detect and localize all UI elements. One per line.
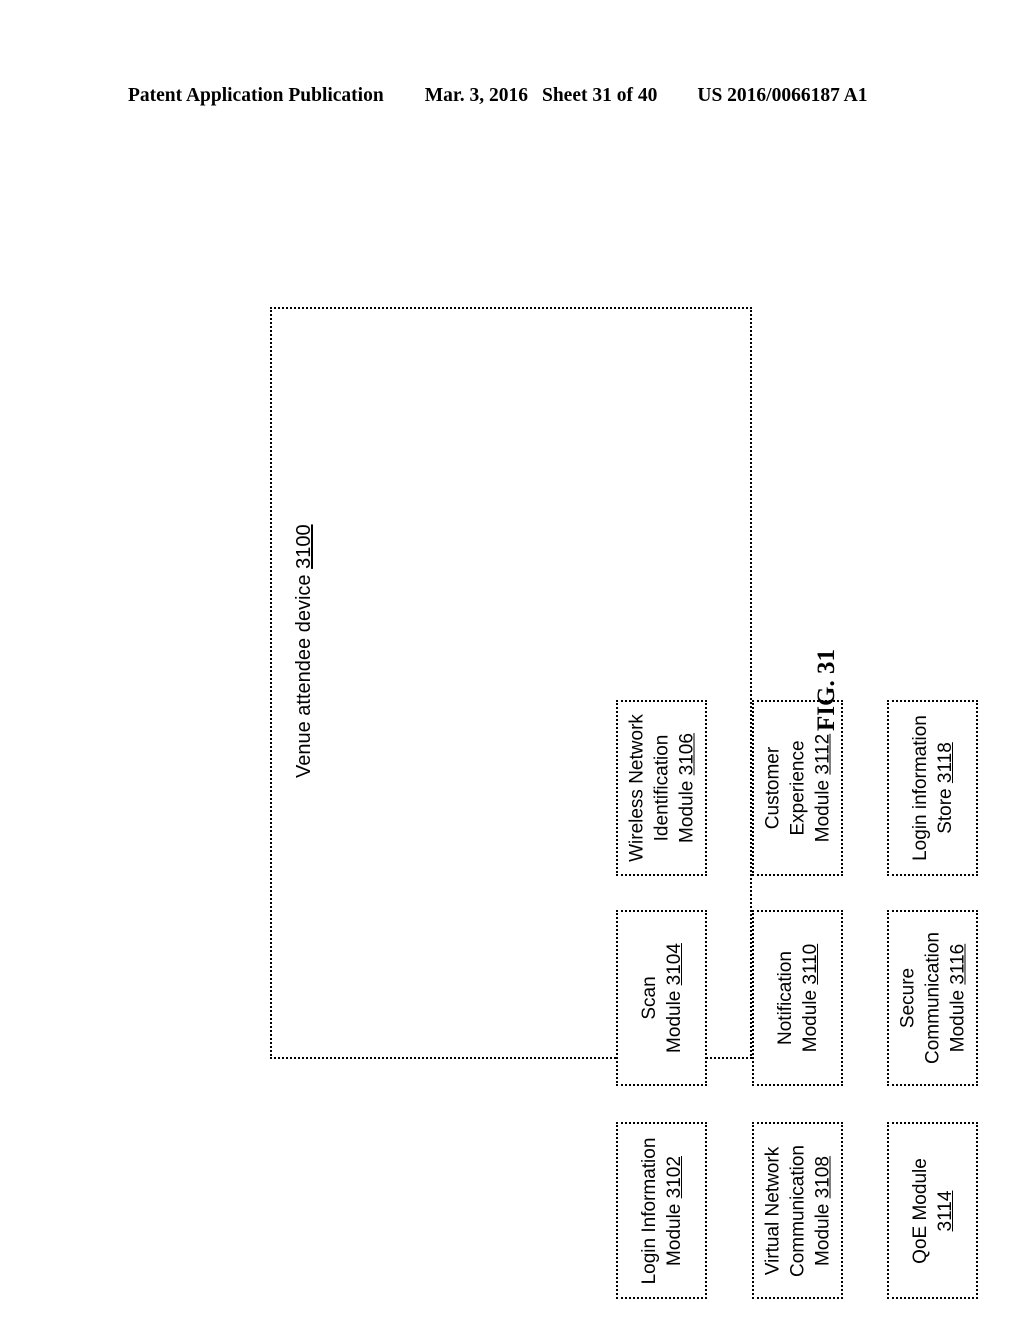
figure-31: Venue attendee device 3100 Wireless Netw… [0, 0, 1024, 1320]
module-3108-line: Virtual Network [762, 1146, 783, 1275]
module-3114-reference-numeral: 3114 [934, 1190, 956, 1231]
module-3110-label: Notification Module 3110 [773, 944, 823, 1052]
module-3102-label: Login Information Module 3102 [637, 1137, 687, 1284]
module-3114-label: QoE Module 3114 [908, 1158, 958, 1264]
module-3116-line: Secure [897, 967, 918, 1029]
figure-caption: FIG. 31 [813, 649, 840, 731]
module-3106-line: Identification [651, 734, 672, 842]
venue-attendee-device-container: Venue attendee device 3100 Wireless Netw… [270, 307, 978, 1299]
store-3118-box: Login information Store 3118 [887, 700, 978, 876]
module-3106-reference-numeral: 3106 [676, 733, 697, 776]
module-3116-line: Communication [922, 932, 943, 1064]
module-3106-box: Wireless Network Identification Module 310… [616, 700, 707, 876]
module-3114-line: QoE Module [909, 1157, 931, 1264]
module-3106-line: Module 3106 [676, 733, 697, 843]
module-3116-label: Secure Communication Module 3116 [895, 932, 970, 1064]
module-3108-line: Communication [787, 1144, 808, 1277]
module-3106-line: Wireless Network [626, 714, 647, 862]
module-3104-box: Scan Module 3104 [616, 910, 707, 1086]
module-3104-reference-numeral: 3104 [663, 943, 685, 986]
module-3110-line: Module 3110 [799, 943, 821, 1053]
module-3114-box: QoE Module 3114 [887, 1122, 978, 1299]
module-3116-line: Module 3116 [947, 943, 968, 1053]
container-label: Venue attendee device 3100 [291, 518, 317, 778]
store-3118-line: Login information [909, 715, 931, 861]
module-3102-reference-numeral: 3102 [663, 1155, 685, 1198]
module-3112-line: Customer [762, 746, 783, 830]
store-3118-reference-numeral: 3118 [934, 742, 956, 784]
module-3108-line: Module 3108 [812, 1155, 833, 1266]
module-3112-line: Experience [787, 740, 808, 836]
module-3116-reference-numeral: 3116 [947, 943, 968, 985]
module-3108-label: Virtual Network Communication Module 3108 [760, 1145, 835, 1277]
module-3102-box: Login Information Module 3102 [616, 1122, 707, 1299]
module-3108-box: Virtual Network Communication Module 3108 [752, 1122, 843, 1299]
module-3106-label: Wireless Network Identification Module 310… [624, 714, 699, 862]
module-3110-box: Notification Module 3110 [752, 910, 843, 1086]
module-3116-box: Secure Communication Module 3116 [887, 910, 978, 1086]
module-3108-reference-numeral: 3108 [812, 1155, 833, 1198]
container-reference-numeral: 3100 [293, 524, 315, 569]
module-3102-line: Login Information [638, 1137, 660, 1284]
module-3110-line: Notification [774, 951, 796, 1045]
module-3104-label: Scan Module 3104 [637, 943, 687, 1053]
store-3118-label: Login information Store 3118 [908, 715, 958, 861]
container-label-text: Venue attendee device [293, 574, 315, 778]
module-3110-reference-numeral: 3110 [799, 943, 821, 985]
module-3104-line: Module 3104 [663, 943, 685, 1053]
store-3118-line: Store 3118 [934, 742, 956, 834]
module-3104-line: Scan [638, 976, 660, 1020]
module-3102-line: Module 3102 [663, 1155, 685, 1266]
